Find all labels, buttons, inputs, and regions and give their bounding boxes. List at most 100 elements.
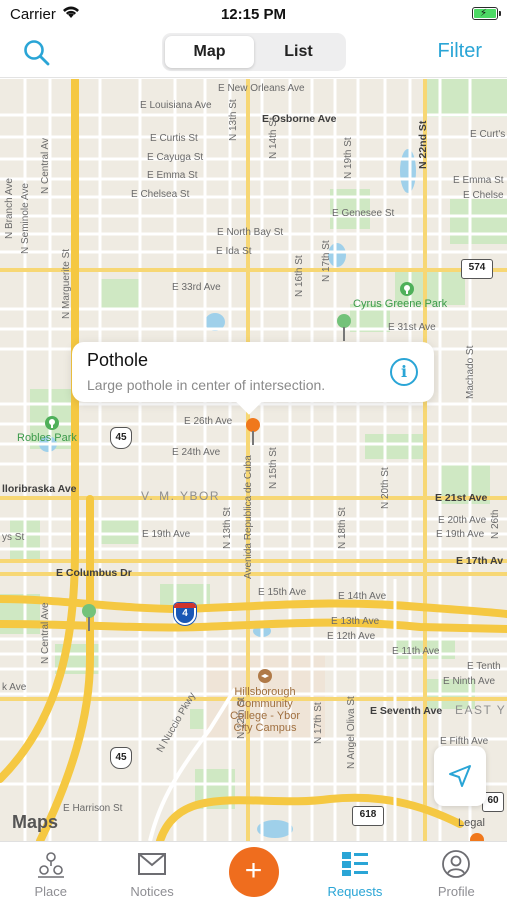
request-pin-orange[interactable] [470, 833, 484, 841]
street-label: E Seventh Ave [370, 705, 443, 717]
segment-list[interactable]: List [254, 36, 343, 68]
street-label: N Marguerite St [61, 248, 72, 319]
street-label: E Louisiana Ave [140, 100, 212, 111]
map-view[interactable]: E New Orleans Ave E Louisiana Ave E Osbo… [0, 79, 507, 841]
street-label: E Columbus Dr [56, 567, 132, 579]
tree-icon [45, 416, 59, 430]
street-label: N Central Ave [40, 602, 51, 664]
street-label: N 17th St [313, 702, 324, 744]
tab-place-label: Place [34, 884, 67, 899]
map-list-segmented-control: Map List [162, 33, 346, 71]
interstate-4-shield: 4 [174, 603, 196, 625]
street-label: N 15th St [268, 447, 279, 489]
search-icon[interactable] [22, 38, 52, 68]
street-label: E North Bay St [217, 227, 284, 238]
street-label: E 14th Ave [338, 591, 387, 602]
street-label: E Chelse [463, 190, 504, 201]
park-label: Cyrus Greene Park [353, 298, 448, 310]
street-label: E 20th Ave [438, 515, 487, 526]
street-label: E 11th Ave [392, 646, 440, 657]
park-label: Robles Park [17, 432, 77, 444]
maps-attribution[interactable]: Maps [12, 812, 58, 833]
request-pin-green[interactable] [337, 314, 351, 341]
street-label: N 14th St [268, 117, 279, 159]
street-label: N Central Av [40, 138, 51, 194]
district-label: EAST Y [455, 703, 507, 717]
street-label: lloribraska Ave [2, 483, 77, 495]
locate-me-button[interactable] [434, 746, 486, 806]
route-574-shield: 574 [461, 259, 493, 279]
street-label: N Seminole Ave [20, 183, 31, 254]
street-label: E Ninth Ave [443, 676, 496, 687]
tab-profile-label: Profile [437, 884, 475, 899]
street-label: E 15th Ave [258, 587, 307, 598]
status-bar: Carrier 12:15 PM ⚡ [0, 0, 507, 28]
street-label: Machado St [465, 345, 476, 399]
nav-bar: Map List Filter [0, 28, 507, 78]
tab-place[interactable]: Place [0, 842, 101, 900]
tab-bar: Place Notices + Requests Profile [0, 841, 507, 900]
street-label: E 19th Ave [142, 529, 191, 540]
battery-icon: ⚡ [472, 7, 501, 20]
street-label: N Branch Ave [4, 178, 15, 239]
street-label: E Emma St [147, 170, 198, 181]
street-label: E 24th Ave [172, 447, 221, 458]
street-label: E Ida St [216, 246, 252, 257]
street-label: N 18th St [337, 507, 348, 549]
street-label: N 20th St [380, 467, 391, 509]
street-label: N 16th St [294, 255, 305, 297]
legal-link[interactable]: Legal [458, 817, 485, 829]
street-label: N 19th St [343, 137, 354, 179]
tab-profile[interactable]: Profile [406, 842, 507, 900]
tab-requests[interactable]: Requests [304, 842, 405, 900]
tab-notices-label: Notices [130, 884, 174, 899]
status-time: 12:15 PM [220, 6, 287, 23]
street-label: E Cayuga St [147, 152, 204, 163]
district-label: V. M. YBOR [141, 489, 221, 503]
street-label: E 17th Av [456, 555, 504, 567]
street-label: E Tenth [467, 661, 501, 672]
tab-notices[interactable]: Notices [101, 842, 202, 900]
street-label: N 17th St [321, 240, 332, 282]
pothole-callout[interactable]: Pothole Large pothole in center of inter… [72, 342, 434, 402]
street-label: E Emma St [453, 175, 504, 186]
callout-title: Pothole [87, 350, 149, 370]
street-label: N 22nd St [417, 120, 429, 169]
street-label: E 12th Ave [327, 631, 376, 642]
street-label: E Curt's St [470, 129, 507, 140]
street-label: E New Orleans Ave [218, 83, 305, 94]
location-arrow-icon [449, 765, 471, 787]
street-label: E 21st Ave [435, 492, 488, 504]
street-label: E 26th Ave [184, 416, 233, 427]
street-label: N Angel Oliva St [346, 696, 357, 769]
tab-add-request[interactable]: + [203, 842, 304, 900]
street-label: E 13th Ave [331, 616, 380, 627]
school-icon [258, 669, 272, 683]
segment-map[interactable]: Map [165, 36, 254, 68]
maps-attribution-text: Maps [12, 812, 59, 832]
college-label: Hillsborough Community College - Ybor Ci… [229, 686, 301, 734]
plus-icon[interactable]: + [228, 847, 279, 897]
street-label: E 33rd Ave [172, 282, 221, 293]
street-label: E Genesee St [332, 208, 395, 219]
request-pin-orange[interactable] [246, 418, 260, 445]
place-pins-icon [37, 852, 64, 878]
street-label: E 31st Ave [388, 322, 436, 333]
street-label: k Ave [2, 682, 27, 693]
street-label: ys St [2, 532, 25, 543]
info-icon[interactable]: i [390, 358, 418, 386]
street-label: N 13th St [222, 507, 233, 549]
tab-requests-label: Requests [327, 884, 383, 899]
street-label: E 19th Ave [436, 529, 485, 540]
street-label: E Curtis St [150, 133, 198, 144]
request-pin-green[interactable] [82, 604, 96, 631]
street-label: N 26th [490, 509, 501, 539]
person-icon [442, 850, 471, 878]
route-45-shield: 45 [110, 747, 132, 769]
route-618-shield: 618 [352, 806, 384, 826]
tree-icon [400, 282, 414, 296]
envelope-icon [138, 853, 167, 875]
route-45-shield: 45 [110, 427, 132, 449]
filter-button[interactable]: Filter [438, 40, 482, 63]
street-label: N 13th St [228, 99, 239, 141]
